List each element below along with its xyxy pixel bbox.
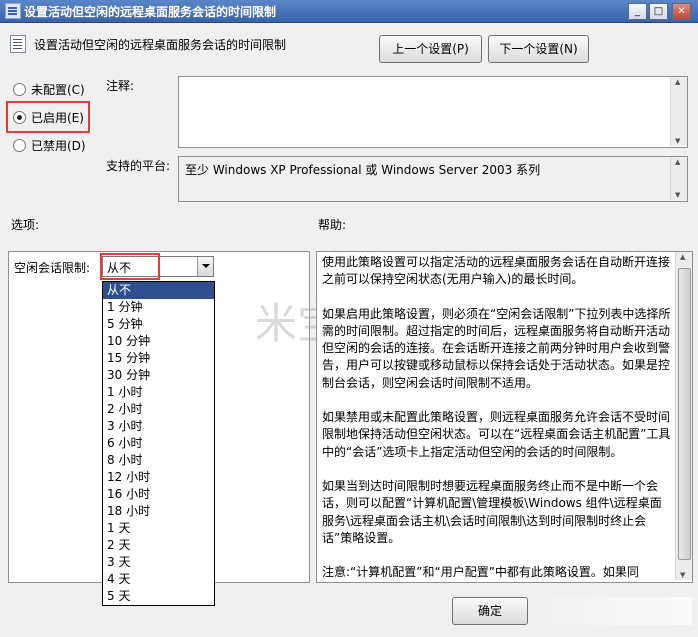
not-configured-radio[interactable] [13,83,26,96]
dropdown-option[interactable]: 从不 [103,282,214,299]
platform-value: 至少 Windows XP Professional 或 Windows Ser… [185,163,541,177]
dropdown-option[interactable]: 15 分钟 [103,350,214,367]
idle-limit-label: 空闲会话限制: [14,261,91,275]
window-title: 设置活动但空闲的远程桌面服务会话的时间限制 [24,5,277,19]
help-paragraph: 如果启用此策略设置，则必须在“空闲会话限制”下拉列表中选择所需的时间限制。超过指… [322,306,671,390]
dropdown-option[interactable]: 6 小时 [103,435,214,452]
dropdown-option[interactable]: 5 天 [103,588,214,605]
help-label: 帮助: [318,218,347,232]
policy-icon [5,3,21,19]
help-paragraph: 如果禁用或未配置此策略设置，则远程桌面服务允许会话不受时间限制地保持活动但空闲状… [322,410,671,459]
dropdown-option[interactable]: 3 天 [103,554,214,571]
maximize-button[interactable]: □ [649,3,668,20]
options-label: 选项: [11,218,40,232]
dropdown-option[interactable]: 12 小时 [103,469,214,486]
help-scroll-thumb[interactable] [678,268,691,560]
cancel-area [530,597,692,625]
idle-limit-dropdown-list: 从不 1 分钟 5 分钟 10 分钟 15 分钟 30 分钟 1 小时 2 小时 3 小时 6 小… [102,281,215,606]
dropdown-option[interactable]: 1 分钟 [103,299,214,316]
minimize-button[interactable]: _ [628,3,647,20]
dropdown-option[interactable]: 1 天 [103,520,214,537]
help-panel: 使用此策略设置可以指定活动的远程桌面服务会话在自动断开连接之前可以保持空闲状态(… [316,251,693,583]
dropdown-option[interactable]: 2 小时 [103,401,214,418]
dropdown-option[interactable]: 1 小时 [103,384,214,401]
title-bar: 设置活动但空闲的远程桌面服务会话的时间限制 _ □ ✕ [0,0,698,23]
scroll-up-arrow-icon[interactable] [671,157,687,171]
help-paragraph: 注意:“计算机配置”和“用户配置”中都有此策略设置。如果同 [322,565,639,580]
dropdown-option[interactable]: 30 分钟 [103,367,214,384]
scroll-up-arrow-icon[interactable] [676,252,692,266]
value-highlight [100,253,160,280]
ok-button[interactable]: 确定 [452,597,528,625]
scroll-down-arrow-icon[interactable] [671,132,687,146]
help-paragraph: 如果当到达时间限制时想要远程桌面服务终止而不是中断一个会话，则可以配置“计算机配… [322,478,662,545]
next-setting-button[interactable]: 下一个设置(N) [488,35,589,63]
platform-scrollbar[interactable] [670,157,687,200]
disabled-radio[interactable] [13,139,26,152]
scroll-up-arrow-icon[interactable] [671,77,687,91]
enabled-radio[interactable] [13,111,26,124]
comment-label: 注释: [106,79,135,93]
setting-title: 设置活动但空闲的远程桌面服务会话的时间限制 [34,38,287,52]
setting-icon [10,35,26,53]
comment-scrollbar[interactable] [670,77,687,146]
previous-setting-button[interactable]: 上一个设置(P) [379,35,482,63]
dropdown-option[interactable]: 4 天 [103,571,214,588]
scroll-down-arrow-icon[interactable] [676,566,692,580]
not-configured-label: 未配置(C) [31,83,85,97]
dropdown-option[interactable]: 10 分钟 [103,333,214,350]
dropdown-option[interactable]: 5 分钟 [103,316,214,333]
platform-label: 支持的平台: [106,159,171,173]
close-button[interactable]: ✕ [672,3,691,20]
help-text: 使用此策略设置可以指定活动的远程桌面服务会话在自动断开连接之前可以保持空闲状态(… [322,254,671,582]
comment-textarea[interactable] [178,76,688,148]
dropdown-option[interactable]: 2 天 [103,537,214,554]
dropdown-option[interactable]: 3 小时 [103,418,214,435]
dropdown-option[interactable]: 8 小时 [103,452,214,469]
disabled-label: 已禁用(D) [31,139,86,153]
help-scrollbar[interactable] [675,252,692,580]
scroll-down-arrow-icon[interactable] [671,186,687,200]
dropdown-arrow-icon[interactable] [197,257,213,276]
dropdown-option[interactable]: 18 小时 [103,503,214,520]
help-paragraph: 使用此策略设置可以指定活动的远程桌面服务会话在自动断开连接之前可以保持空闲状态(… [322,255,671,287]
dropdown-option[interactable]: 16 小时 [103,486,214,503]
platform-box: 至少 Windows XP Professional 或 Windows Ser… [178,156,688,202]
enabled-label: 已启用(E) [31,111,84,125]
